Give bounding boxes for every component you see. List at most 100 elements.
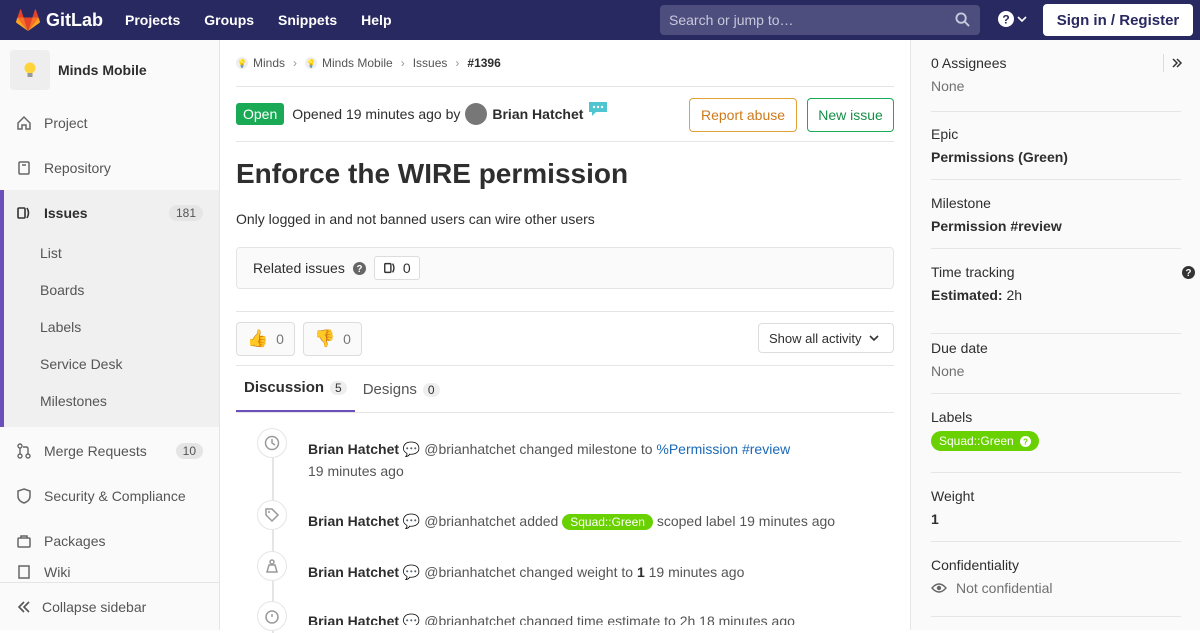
nav-projects[interactable]: Projects bbox=[125, 12, 180, 28]
breadcrumb-issue-id[interactable]: #1396 bbox=[467, 56, 500, 70]
nav-snippets[interactable]: Snippets bbox=[278, 12, 337, 28]
chevron-down-icon bbox=[1017, 16, 1027, 23]
breadcrumb: 💡 Minds › 💡 Minds Mobile › Issues › #139… bbox=[236, 40, 894, 87]
search-icon bbox=[955, 12, 970, 27]
opened-text: Opened 19 minutes ago by bbox=[292, 106, 461, 122]
author-name[interactable]: Brian Hatchet bbox=[492, 106, 583, 122]
tab-discussion[interactable]: Discussion 5 bbox=[236, 379, 355, 412]
help-icon[interactable]: ? bbox=[1182, 266, 1195, 279]
note-author[interactable]: Brian Hatchet bbox=[308, 613, 399, 625]
tab-designs[interactable]: Designs 0 bbox=[355, 381, 448, 412]
scoped-label-badge[interactable]: Squad::Green bbox=[562, 514, 653, 530]
gitlab-logo[interactable]: GitLab bbox=[16, 9, 103, 31]
avatar[interactable] bbox=[465, 103, 488, 125]
epic-title: Epic bbox=[931, 126, 959, 142]
search-placeholder: Search or jump to… bbox=[669, 12, 794, 28]
help-icon[interactable]: ? bbox=[352, 261, 366, 275]
system-note: Brian Hatchet 💬 @brianhatchet added Squa… bbox=[308, 513, 835, 530]
thumbs-down-button[interactable]: 👎 0 bbox=[302, 321, 362, 356]
project-avatar-small: 💡 bbox=[305, 57, 318, 69]
issues-icon bbox=[16, 205, 32, 221]
chevron-right-icon: › bbox=[455, 56, 460, 70]
breadcrumb-issues[interactable]: Issues bbox=[413, 56, 448, 70]
issues-count-badge: 181 bbox=[168, 204, 203, 221]
project-name: Minds Mobile bbox=[58, 62, 147, 78]
due-date-title: Due date bbox=[931, 340, 988, 356]
main-content: 💡 Minds › 💡 Minds Mobile › Issues › #139… bbox=[236, 40, 894, 633]
confidentiality-value: Not confidential bbox=[931, 580, 1181, 596]
sidebar-item-label: Merge Requests bbox=[44, 442, 147, 459]
thumbs-up-count: 0 bbox=[276, 330, 284, 347]
nav-groups[interactable]: Groups bbox=[204, 12, 254, 28]
related-count-value: 0 bbox=[402, 260, 411, 276]
note-text: @brianhatchet added bbox=[424, 513, 559, 529]
new-issue-button[interactable]: New issue bbox=[807, 98, 894, 132]
nav-help[interactable]: Help bbox=[361, 12, 391, 28]
note-author[interactable]: Brian Hatchet bbox=[308, 564, 399, 580]
sidebar-item-project[interactable]: Project bbox=[0, 100, 219, 145]
chevron-right-icon: › bbox=[400, 56, 405, 70]
chat-icon: 💬 bbox=[402, 564, 421, 580]
mr-count-badge: 10 bbox=[175, 442, 203, 459]
sidebar-item-wiki[interactable]: Wiki bbox=[0, 563, 219, 582]
issue-header: Open Opened 19 minutes ago by Brian Hatc… bbox=[236, 87, 894, 142]
sidebar-sub-milestones[interactable]: Milestones bbox=[40, 393, 107, 409]
note-suffix: 19 minutes ago bbox=[648, 564, 745, 580]
project-avatar bbox=[10, 50, 50, 90]
weight-title: Weight bbox=[931, 488, 975, 504]
brand-name: GitLab bbox=[46, 9, 103, 30]
note-author[interactable]: Brian Hatchet bbox=[308, 441, 399, 457]
search-input[interactable]: Search or jump to… bbox=[660, 5, 980, 35]
note-author[interactable]: Brian Hatchet bbox=[308, 513, 399, 529]
related-issues-count[interactable]: 0 bbox=[373, 256, 420, 280]
balance-icon bbox=[257, 551, 287, 581]
help-dropdown[interactable]: ? bbox=[998, 11, 1027, 27]
milestone-title: Milestone bbox=[931, 195, 991, 211]
signin-register-button[interactable]: Sign in / Register bbox=[1043, 4, 1193, 36]
milestone-link[interactable]: %Permission #review bbox=[656, 441, 790, 457]
sidebar-item-security[interactable]: Security & Compliance bbox=[0, 473, 219, 518]
thumbs-up-button[interactable]: 👍 0 bbox=[236, 321, 295, 356]
due-date-value: None bbox=[931, 363, 965, 379]
activity-filter-label: Show all activity bbox=[769, 330, 862, 346]
project-header[interactable]: Minds Mobile bbox=[0, 40, 219, 100]
labels-title: Labels bbox=[931, 409, 973, 425]
sidebar-sub-labels[interactable]: Labels bbox=[40, 319, 81, 335]
sidebar-item-merge-requests[interactable]: Merge Requests 10 bbox=[0, 428, 219, 473]
sidebar-item-issues[interactable]: Issues 181 bbox=[4, 190, 219, 235]
clock-icon bbox=[257, 428, 287, 458]
tab-count: 0 bbox=[422, 382, 440, 397]
issues-icon bbox=[383, 262, 395, 274]
merge-request-icon bbox=[16, 442, 32, 459]
svg-text:?: ? bbox=[1023, 437, 1028, 446]
note-suffix: scoped label 19 minutes ago bbox=[656, 513, 836, 529]
top-nav: Projects Groups Snippets Help bbox=[125, 12, 416, 28]
sidebar-sub-boards[interactable]: Boards bbox=[40, 282, 84, 298]
milestone-value[interactable]: Permission #review bbox=[931, 218, 1181, 234]
breadcrumb-minds-mobile[interactable]: Minds Mobile bbox=[322, 56, 393, 70]
activity-filter-dropdown[interactable]: Show all activity bbox=[758, 323, 894, 353]
epic-value[interactable]: Permissions (Green) bbox=[931, 149, 1181, 165]
gitlab-fox-icon bbox=[16, 9, 40, 31]
label-text: Squad::Green bbox=[939, 434, 1014, 448]
related-issues-label: Related issues bbox=[253, 260, 345, 276]
time-estimate: Estimated: 2h bbox=[931, 287, 1181, 303]
eye-icon bbox=[931, 583, 947, 593]
label-squad-green[interactable]: Squad::Green ? bbox=[931, 431, 1039, 451]
milestone-block: Milestone Permission #review bbox=[931, 195, 1181, 249]
note-time: 19 minutes ago bbox=[308, 463, 404, 479]
sidebar-item-packages[interactable]: Packages bbox=[0, 518, 219, 563]
sidebar-item-label: Security & Compliance bbox=[44, 487, 186, 504]
breadcrumb-minds[interactable]: Minds bbox=[253, 56, 285, 70]
collapse-sidebar-button[interactable]: Collapse sidebar bbox=[0, 582, 219, 630]
sidebar-item-repository[interactable]: Repository bbox=[0, 145, 219, 190]
chevron-down-icon bbox=[869, 335, 880, 342]
sidebar-sub-list[interactable]: List bbox=[40, 245, 62, 261]
due-date-block: Due date None bbox=[931, 340, 1181, 394]
help-icon: ? bbox=[1019, 435, 1031, 447]
note-text: @brianhatchet changed weight to bbox=[424, 564, 634, 580]
svg-text:?: ? bbox=[356, 264, 362, 275]
note-text: @brianhatchet changed time estimate to 2… bbox=[424, 613, 795, 625]
report-abuse-button[interactable]: Report abuse bbox=[689, 98, 797, 132]
sidebar-sub-service-desk[interactable]: Service Desk bbox=[40, 356, 122, 372]
